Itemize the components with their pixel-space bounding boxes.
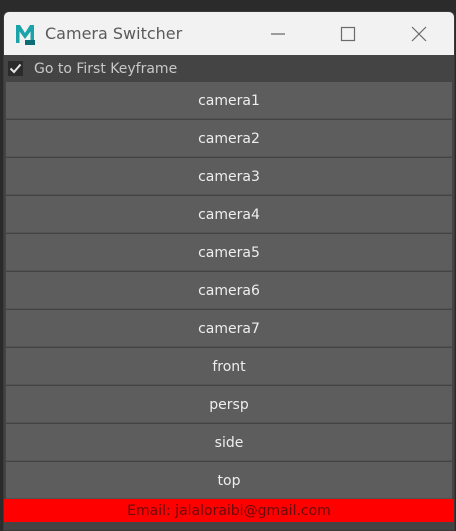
close-button[interactable] (385, 12, 453, 55)
close-icon (411, 26, 427, 41)
camera-button-camera2[interactable]: camera2 (6, 120, 452, 157)
maximize-button[interactable] (314, 12, 382, 55)
camera-button-camera1[interactable]: camera1 (6, 82, 452, 119)
camera-button-camera7[interactable]: camera7 (6, 310, 452, 347)
camera-button-list: camera1 camera2 camera3 camera4 camera5 … (4, 82, 454, 499)
maximize-icon (340, 26, 356, 41)
camera-button-side[interactable]: side (6, 424, 452, 461)
camera-button-front[interactable]: front (6, 348, 452, 385)
first-keyframe-option: Go to First Keyframe (4, 55, 454, 82)
camera-button-persp[interactable]: persp (6, 386, 452, 423)
minimize-icon (271, 32, 285, 35)
camera-button-camera4[interactable]: camera4 (6, 196, 452, 233)
checkmark-icon (9, 63, 22, 74)
camera-button-camera6[interactable]: camera6 (6, 272, 452, 309)
window-title: Camera Switcher (45, 24, 183, 43)
camera-switcher-window: Camera Switcher Go to First Keyframe cam… (3, 11, 455, 531)
camera-button-camera3[interactable]: camera3 (6, 158, 452, 195)
camera-button-camera5[interactable]: camera5 (6, 234, 452, 271)
maya-icon (14, 22, 36, 46)
camera-button-top[interactable]: top (6, 462, 452, 499)
email-footer: Email: jalaloraibi@gmail.com (4, 499, 454, 522)
title-bar[interactable]: Camera Switcher (4, 12, 454, 55)
first-keyframe-label: Go to First Keyframe (34, 60, 178, 77)
minimize-button[interactable] (244, 12, 312, 55)
first-keyframe-checkbox[interactable] (8, 61, 23, 76)
